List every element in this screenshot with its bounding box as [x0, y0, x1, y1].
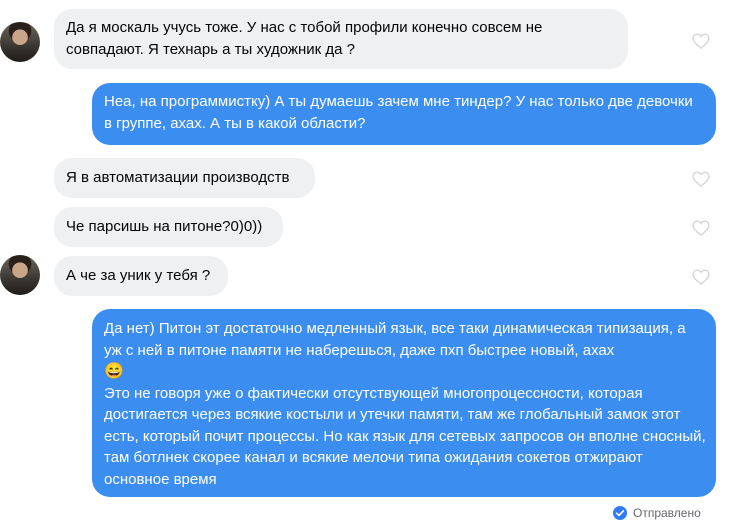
heart-outline-icon[interactable]	[691, 218, 711, 238]
heart-outline-icon[interactable]	[691, 31, 711, 51]
grinning-face-emoji: 😄	[104, 363, 124, 381]
message-bubble-incoming[interactable]: А че за уник у тебя ?	[54, 256, 228, 296]
message-status: Отправлено	[613, 502, 701, 524]
message-text: Я в автоматизации производств	[66, 169, 290, 186]
message-text: Да нет) Питон эт достаточно медленный яз…	[104, 320, 686, 359]
message-bubble-incoming[interactable]: Я в автоматизации производств	[54, 158, 315, 198]
message-text: Да я москаль учусь тоже. У нас с тобой п…	[66, 19, 543, 58]
message-bubble-outgoing[interactable]: Да нет) Питон эт достаточно медленный яз…	[92, 309, 716, 497]
message-bubble-incoming[interactable]: Че парсишь на питоне?0)0))	[54, 207, 283, 247]
message-text: Неа, на программистку) А ты думаешь заче…	[104, 93, 693, 132]
contact-avatar[interactable]	[0, 22, 40, 62]
check-circle-icon	[613, 506, 627, 520]
message-bubble-outgoing[interactable]: Неа, на программистку) А ты думаешь заче…	[92, 83, 716, 145]
contact-avatar[interactable]	[0, 255, 40, 295]
message-text: А че за уник у тебя ?	[66, 267, 211, 284]
status-label: Отправлено	[633, 506, 701, 520]
message-text: Че парсишь на питоне?0)0))	[66, 218, 263, 235]
heart-outline-icon[interactable]	[691, 267, 711, 287]
message-text: Это не говоря уже о фактически отсутству…	[104, 384, 706, 488]
heart-outline-icon[interactable]	[691, 169, 711, 189]
message-bubble-incoming[interactable]: Да я москаль учусь тоже. У нас с тобой п…	[54, 9, 628, 69]
